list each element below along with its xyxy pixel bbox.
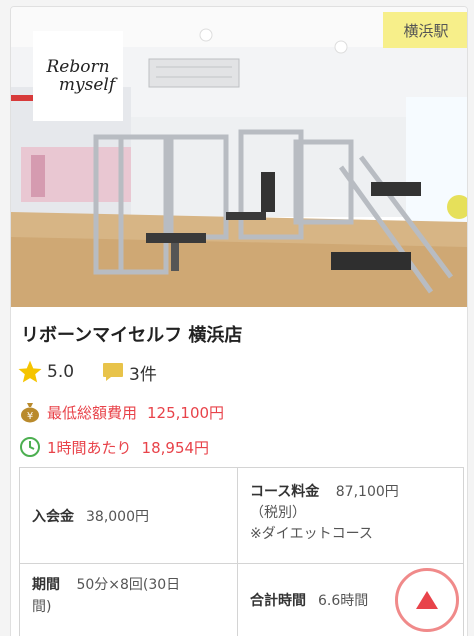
clock-icon [20,437,40,457]
period-label: 期間 [32,577,60,593]
course-fee-value: 87,100円 [335,484,399,500]
svg-text:¥: ¥ [27,411,33,422]
comment-icon [103,363,124,381]
enrollment-value: 38,000円 [86,508,149,525]
brand-logo: Reborn myself [33,31,123,121]
star-icon [18,360,42,383]
enrollment-cell: 入会金 38,000円 [20,468,238,564]
logo-line-1: Reborn [46,57,110,77]
period-cell: 期間 50分×8回(30日 間) [20,564,238,636]
logo-line-2: myself [58,75,116,95]
period-value-line1: 50分×8回(30日 [76,577,181,593]
course-fee-tax: （税別） [250,505,306,521]
gym-title[interactable]: リボーンマイセルフ 横浜店 [21,321,242,347]
period-value-line2: 間) [32,599,52,615]
min-total-label: 最低総額費用 [47,403,138,422]
gym-card[interactable]: 横浜駅 Reborn myself リボーンマイセルフ 横浜店 5.0 3件 ¥… [10,6,468,636]
total-time-value: 6.6時間 [318,593,369,609]
per-hour-row: 1時間あたり 18,954円 [19,434,209,460]
min-total-value: 125,100円 [147,403,225,422]
course-fee-cell: コース料金 87,100円 （税別） ※ダイエットコース [238,468,463,564]
per-hour-value: 18,954円 [141,438,210,457]
triangle-up-icon [416,591,438,609]
min-total-row: ¥ 最低総額費用 125,100円 [19,399,224,425]
rating-row: 5.0 3件 [17,357,157,387]
yen-bag-icon: ¥ [21,403,39,423]
enrollment-label: 入会金 [32,508,74,525]
station-badge: 横浜駅 [383,12,467,48]
rating-value: 5.0 [47,362,75,382]
course-fee-label: コース料金 [250,484,320,500]
course-name: ※ダイエットコース [250,526,373,542]
total-time-label: 合計時間 [250,593,306,609]
per-hour-label: 1時間あたり [47,438,132,457]
gym-photo[interactable]: 横浜駅 Reborn myself [11,7,467,307]
review-count[interactable]: 3件 [129,360,157,385]
scroll-to-top-button[interactable] [395,568,459,632]
